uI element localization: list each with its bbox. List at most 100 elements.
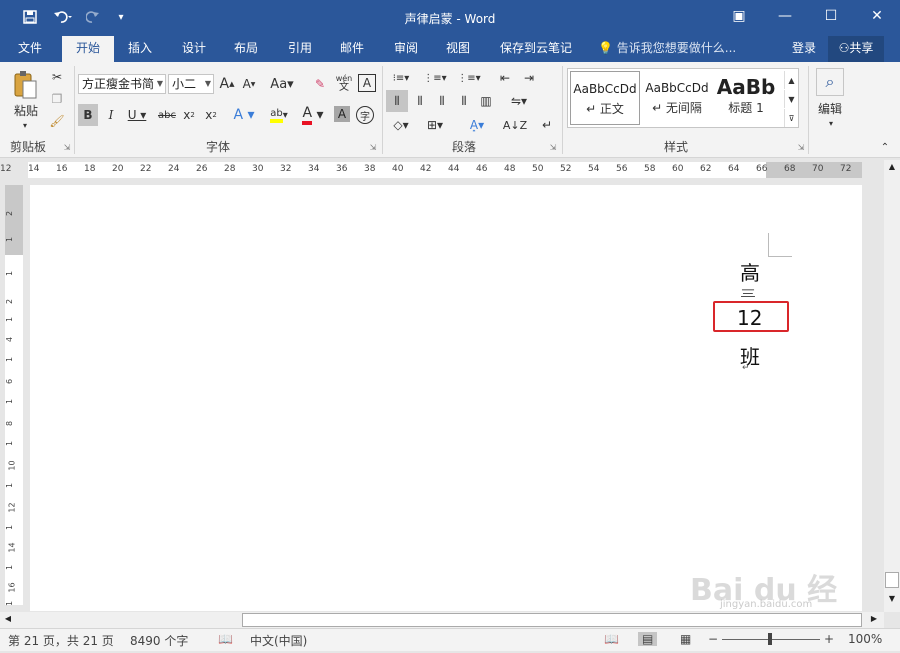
style-heading-1[interactable]: AaBb 标题 1 <box>714 71 778 125</box>
page-count[interactable]: 第 21 页，共 21 页 <box>8 632 114 649</box>
italic-icon[interactable]: I <box>102 104 120 126</box>
distributed-icon[interactable]: ▥ <box>476 90 496 112</box>
tab-file[interactable]: 文件 <box>8 36 52 62</box>
zoom-slider-thumb[interactable] <box>768 633 772 645</box>
editing-button[interactable]: 编辑 <box>810 100 850 116</box>
scroll-up-icon[interactable]: ▲ <box>886 162 898 172</box>
format-painter-icon[interactable]: 🖌 <box>48 112 66 130</box>
copy-icon[interactable]: ❐ <box>48 90 66 108</box>
hscroll-thumb[interactable] <box>242 613 862 627</box>
paste-icon[interactable] <box>8 68 42 102</box>
highlight-color-icon[interactable]: ab ▾ <box>264 104 294 126</box>
justify-icon[interactable]: ⦀ <box>454 90 474 112</box>
print-layout-icon[interactable]: ▤ <box>638 632 658 646</box>
document-page[interactable]: 高 三 12 班 ↵ Bai du 经验 jingyan.baidu.com <box>30 185 862 652</box>
styles-scroll-down-icon[interactable]: ▼ <box>784 90 798 108</box>
search-icon[interactable]: ⌕ <box>816 68 844 96</box>
vertical-ruler[interactable]: 2 1 1 2 1 4 1 6 1 8 1 10 1 12 1 14 1 16 … <box>5 185 23 606</box>
style-preview: AaBbCcDd <box>573 82 637 96</box>
tab-view[interactable]: 视图 <box>436 36 480 62</box>
sort-icon[interactable]: A↓Z <box>503 114 527 136</box>
clear-formatting-icon[interactable]: ✎ <box>310 74 330 94</box>
tab-home[interactable]: 开始 <box>62 36 114 62</box>
shrink-font-icon[interactable]: A ▼ <box>240 74 258 94</box>
paste-dropdown-icon[interactable]: ▾ <box>20 120 30 130</box>
change-case-icon[interactable]: Aa▾ <box>268 74 296 94</box>
character-shading-icon[interactable]: A <box>334 106 350 122</box>
superscript-icon[interactable]: x2 <box>202 104 220 126</box>
numbering-icon[interactable]: ⋮≡▾ <box>420 68 450 88</box>
tell-me-box[interactable]: 💡 告诉我您想要做什么... <box>598 36 738 62</box>
scroll-right-icon[interactable]: ▶ <box>868 614 880 626</box>
font-launcher-icon[interactable]: ⇲ <box>368 142 378 152</box>
show-formatting-marks-icon[interactable]: ↵ <box>538 114 556 136</box>
style-no-spacing[interactable]: AaBbCcDd ↵ 无间隔 <box>642 71 712 125</box>
strikethrough-icon[interactable]: abc <box>156 104 178 126</box>
grow-font-icon[interactable]: A ▲ <box>218 74 236 94</box>
underline-icon[interactable]: U ▾ <box>124 104 150 126</box>
font-color-icon[interactable]: A ▾ <box>298 104 328 126</box>
font-size-combo[interactable]: 小二 ▼ <box>168 74 214 94</box>
zoom-out-icon[interactable]: − <box>708 632 718 646</box>
collapse-ribbon-icon[interactable]: ⌃ <box>878 140 892 154</box>
character-border-icon[interactable]: A <box>358 74 376 92</box>
increase-indent-icon[interactable]: ⇥ <box>520 68 538 88</box>
styles-more-icon[interactable]: ⊽ <box>784 109 798 127</box>
share-button[interactable]: ⚇共享 <box>828 36 884 62</box>
phonetic-guide-icon[interactable]: wén 文 <box>334 72 354 94</box>
scrollbar-thumb[interactable] <box>885 572 899 588</box>
ruler-number: 12 <box>0 164 12 174</box>
share-user-icon: ⚇ <box>838 41 850 55</box>
sign-in-link[interactable]: 登录 <box>786 36 822 62</box>
paste-button[interactable]: 粘贴 <box>6 102 46 118</box>
align-right-icon[interactable]: ⦀ <box>432 90 452 112</box>
paragraph-launcher-icon[interactable]: ⇲ <box>548 142 558 152</box>
borders-icon[interactable]: ⊞▾ <box>420 114 450 136</box>
ruler-number: 62 <box>700 164 712 174</box>
close-button[interactable]: ✕ <box>854 0 900 32</box>
enclose-characters-icon[interactable]: 字 <box>356 106 374 124</box>
style-normal[interactable]: AaBbCcDd ↵ 正文 <box>570 71 640 125</box>
web-layout-icon[interactable]: ▦ <box>680 632 691 646</box>
align-center-icon[interactable]: ⦀ <box>410 90 430 112</box>
bold-icon[interactable]: B <box>78 104 98 126</box>
minimize-button[interactable]: — <box>762 0 808 32</box>
chevron-down-icon[interactable]: ▾ <box>826 118 836 128</box>
language-indicator[interactable]: 中文(中国) <box>250 632 307 649</box>
chinese-layout-icon[interactable]: A͎▾ <box>462 114 492 136</box>
tab-layout[interactable]: 布局 <box>224 36 268 62</box>
subscript-icon[interactable]: x2 <box>180 104 198 126</box>
cut-icon[interactable]: ✂ <box>48 68 66 86</box>
scroll-down-icon[interactable]: ▼ <box>886 594 898 604</box>
read-mode-icon[interactable]: 📖 <box>604 632 619 646</box>
styles-launcher-icon[interactable]: ⇲ <box>796 142 806 152</box>
font-name-combo[interactable]: 方正瘦金书简 ▼ <box>78 74 166 94</box>
tab-design[interactable]: 设计 <box>172 36 216 62</box>
ruler-number: 46 <box>476 164 488 174</box>
bullets-icon[interactable]: ⁝≡▾ <box>386 68 416 88</box>
ribbon-display-options-button[interactable]: ▣ <box>716 0 762 32</box>
text-effects-icon[interactable]: A ▾ <box>230 104 258 126</box>
tab-references[interactable]: 引用 <box>278 36 322 62</box>
styles-scroll-up-icon[interactable]: ▲ <box>784 71 798 89</box>
proofing-icon[interactable]: 📖 <box>218 632 233 646</box>
clipboard-launcher-icon[interactable]: ⇲ <box>62 142 72 152</box>
zoom-in-icon[interactable]: + <box>824 632 834 646</box>
zoom-level[interactable]: 100% <box>848 632 882 646</box>
style-preview: AaBbCcDd <box>645 81 709 95</box>
scroll-left-icon[interactable]: ◀ <box>2 614 14 626</box>
vertical-scrollbar[interactable]: ▲ ▼ <box>884 160 900 612</box>
decrease-indent-icon[interactable]: ⇤ <box>496 68 514 88</box>
word-count[interactable]: 8490 个字 <box>130 632 188 649</box>
horizontal-ruler[interactable]: 12 14 16 18 20 22 24 26 28 30 32 34 36 3… <box>0 160 884 178</box>
multilevel-list-icon[interactable]: ⋮≡▾ <box>454 68 484 88</box>
tab-mailings[interactable]: 邮件 <box>330 36 374 62</box>
tab-save-to-cloud[interactable]: 保存到云笔记 <box>492 36 580 62</box>
maximize-button[interactable]: ☐ <box>808 0 854 32</box>
text-direction-icon[interactable]: ⇋▾ <box>504 90 534 112</box>
align-left-icon[interactable]: ⦀ <box>386 90 408 112</box>
shading-icon[interactable]: ◇▾ <box>386 114 416 136</box>
horizontal-scrollbar[interactable]: ◀ ▶ <box>0 612 884 628</box>
tab-review[interactable]: 审阅 <box>384 36 428 62</box>
tab-insert[interactable]: 插入 <box>118 36 162 62</box>
